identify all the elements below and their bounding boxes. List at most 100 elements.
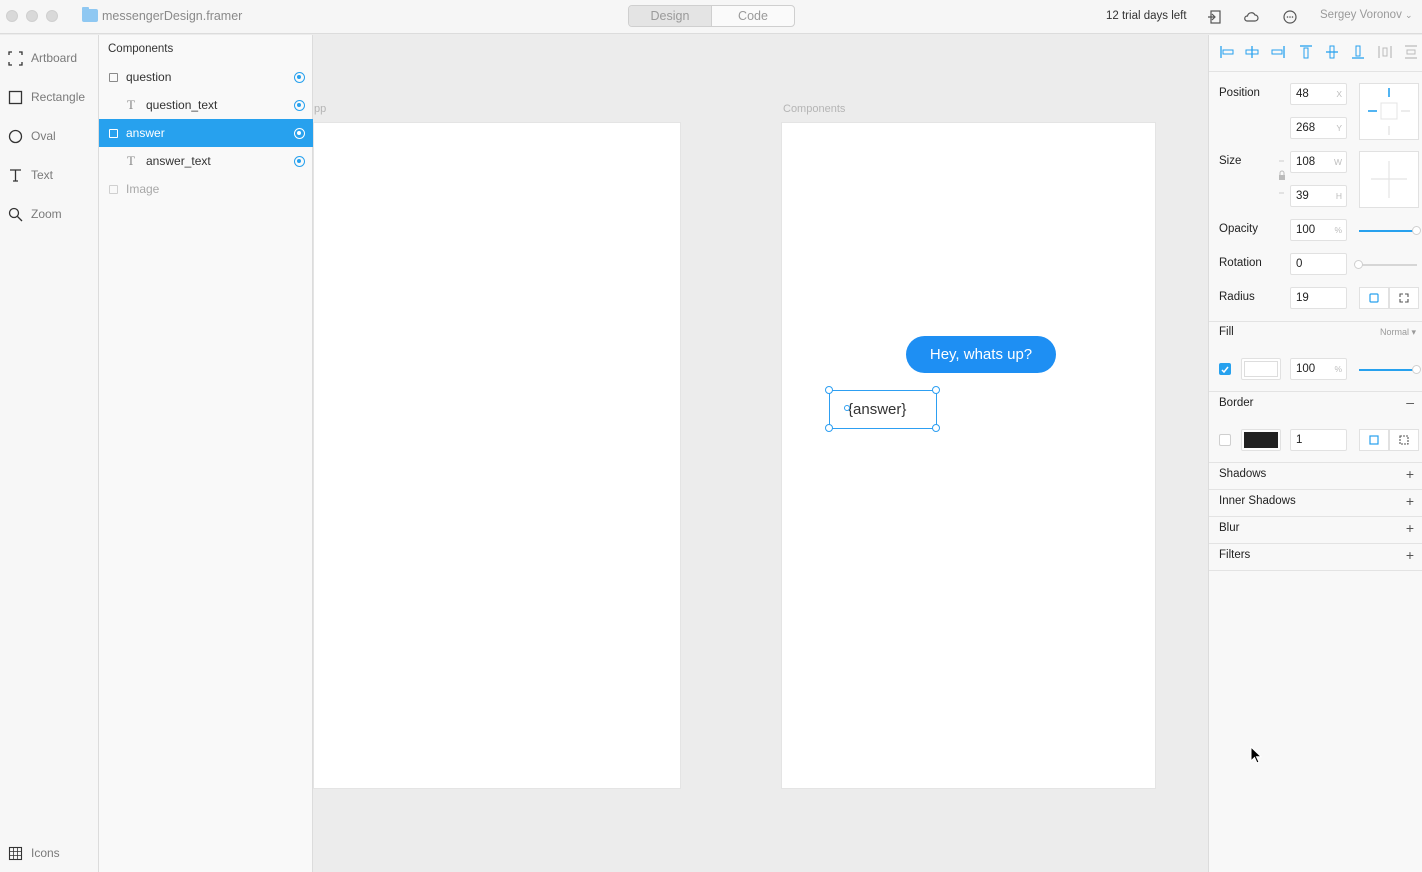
resize-handle-bottom-left[interactable] [825,424,833,432]
target-icon[interactable] [294,128,305,139]
divider [1209,516,1422,517]
fill-opacity-unit: % [1334,364,1342,374]
radius-uniform-button[interactable] [1359,287,1389,309]
width-field[interactable]: 108 W [1290,151,1347,173]
opacity-slider-knob[interactable] [1412,226,1421,235]
layer-answer[interactable]: answer [99,119,313,147]
artboard-app[interactable] [313,122,681,789]
remove-border-button[interactable]: – [1406,394,1414,410]
fill-color-swatch [1244,361,1278,377]
layer-answer-text[interactable]: T answer_text [99,147,313,175]
fill-enabled-checkbox[interactable] [1219,363,1231,375]
tab-code[interactable]: Code [712,6,794,26]
tool-icons[interactable]: Icons [8,843,60,863]
fill-opacity-field[interactable]: 100 % [1290,358,1347,380]
fill-color-well[interactable] [1241,358,1281,380]
zoom-window-button[interactable] [46,10,58,22]
corners-radius-icon [1399,293,1409,303]
border-sides-button[interactable] [1389,429,1419,451]
target-icon[interactable] [294,72,305,83]
radius-field[interactable]: 19 [1290,287,1347,309]
border-width-field[interactable]: 1 [1290,429,1347,451]
tool-oval[interactable]: Oval [8,126,56,146]
question-bubble[interactable]: Hey, whats up? [906,336,1056,373]
tool-artboard[interactable]: Artboard [8,48,77,68]
align-left-icon[interactable] [1219,44,1235,60]
resize-handle-bottom-right[interactable] [932,424,940,432]
x-field[interactable]: 48 X [1290,83,1347,105]
add-filter-button[interactable]: + [1406,547,1414,563]
tab-design[interactable]: Design [629,6,712,26]
trial-status[interactable]: 12 trial days left [1106,10,1187,22]
inspector-panel: Position 48 X 268 Y Size 108 W 39 H Opac… [1208,35,1422,872]
align-top-icon[interactable] [1298,44,1314,60]
artboard-components-label[interactable]: Components [783,103,845,115]
fill-blend-select[interactable]: Normal ▾ [1380,327,1416,338]
artboard-app-label[interactable]: pp [314,103,326,115]
distribute-horizontal-icon[interactable] [1377,44,1393,60]
mouse-cursor-icon [1250,746,1262,764]
constraints-widget[interactable] [1359,83,1419,140]
checkmark-icon [1221,366,1229,374]
resizing-widget[interactable] [1359,151,1419,208]
close-window-button[interactable] [6,10,18,22]
add-blur-button[interactable]: + [1406,520,1414,536]
divider [1209,489,1422,490]
align-right-icon[interactable] [1270,44,1286,60]
align-center-horizontal-icon[interactable] [1244,44,1260,60]
layer-image[interactable]: Image [99,175,313,203]
opacity-field[interactable]: 100 % [1290,219,1347,241]
radius-corners-button[interactable] [1389,287,1419,309]
layer-question[interactable]: question [99,63,313,91]
fill-opacity-value: 100 [1296,363,1316,375]
add-inner-shadow-button[interactable]: + [1406,493,1414,509]
target-icon[interactable] [294,100,305,111]
y-value: 268 [1296,122,1316,134]
document-title: messengerDesign.framer [102,9,243,23]
export-icon[interactable] [1206,9,1222,25]
y-field[interactable]: 268 Y [1290,117,1347,139]
border-all-sides-button[interactable] [1359,429,1389,451]
minimize-window-button[interactable] [26,10,38,22]
align-bottom-icon[interactable] [1350,44,1366,60]
distribute-vertical-icon[interactable] [1403,44,1419,60]
height-field[interactable]: 39 H [1290,185,1347,207]
add-shadow-button[interactable]: + [1406,466,1414,482]
rotation-slider-knob[interactable] [1354,260,1363,269]
tool-rectangle[interactable]: Rectangle [8,87,85,107]
rotation-field[interactable]: 0 [1290,253,1347,275]
tool-zoom[interactable]: Zoom [8,204,62,224]
target-icon[interactable] [294,156,305,167]
layer-label: Image [126,182,160,196]
fill-opacity-slider-knob[interactable] [1412,365,1421,374]
artboard-components[interactable] [781,122,1156,789]
text-anchor-handle[interactable] [844,405,850,411]
opacity-slider[interactable] [1359,226,1421,235]
filters-title: Filters [1219,549,1251,561]
border-enabled-checkbox[interactable] [1219,434,1231,446]
opacity-unit: % [1334,225,1342,235]
canvas[interactable]: pp Components Hey, whats up? {answer} [313,35,1208,872]
mode-switcher: Design Code [628,5,795,27]
tool-text[interactable]: Text [8,165,53,185]
fill-title: Fill [1219,326,1234,338]
inner-shadows-title: Inner Shadows [1219,495,1296,507]
comment-icon[interactable] [1282,9,1298,25]
lock-ratio-icon[interactable] [1277,157,1287,197]
user-menu[interactable]: Sergey Voronov ⌄ [1320,9,1413,21]
border-color-well[interactable] [1241,429,1281,451]
artboard-icon [8,50,23,66]
tool-label: Oval [31,129,56,143]
resize-handle-top-left[interactable] [825,386,833,394]
align-center-vertical-icon[interactable] [1324,44,1340,60]
answer-text[interactable]: {answer} [848,401,906,418]
fill-opacity-slider[interactable] [1359,365,1421,374]
rectangle-layer-icon [109,128,118,138]
border-width-value: 1 [1296,434,1303,446]
resize-handle-top-right[interactable] [932,386,940,394]
opacity-value: 100 [1296,224,1316,236]
rotation-slider[interactable] [1354,260,1417,269]
cloud-icon[interactable] [1243,9,1259,25]
layer-question-text[interactable]: T question_text [99,91,313,119]
opacity-label: Opacity [1219,223,1258,235]
